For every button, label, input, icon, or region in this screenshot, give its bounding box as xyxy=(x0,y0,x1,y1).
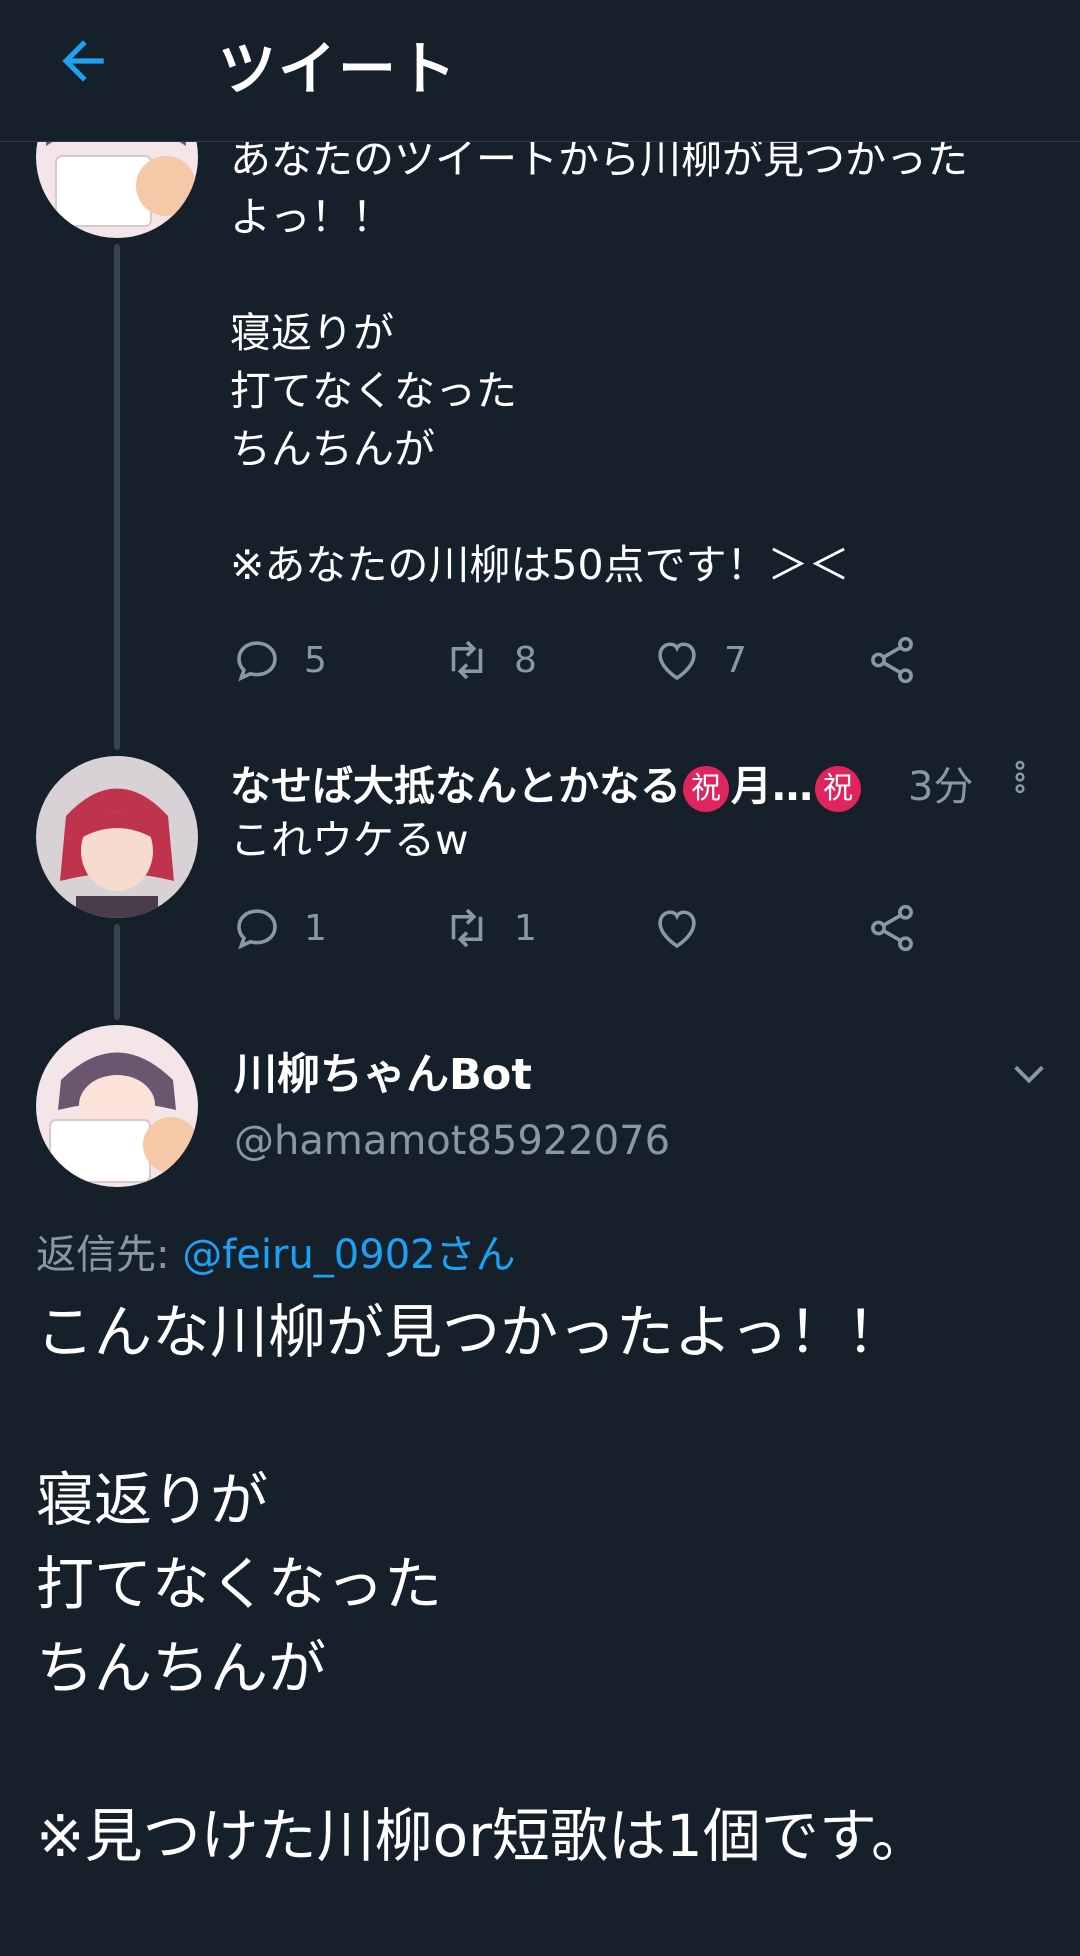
share-button[interactable] xyxy=(865,893,939,963)
reply-mention-link[interactable]: @feiru_0902さん xyxy=(182,1232,515,1278)
celebration-badge: 祝 xyxy=(683,766,729,812)
avatar-user[interactable] xyxy=(36,756,198,918)
tweet-author-name[interactable]: なせば大抵なんとかなる祝月… 祝 xyxy=(230,752,910,812)
chevron-down-icon[interactable] xyxy=(1006,1050,1052,1096)
like-button[interactable] xyxy=(650,893,724,963)
share-button[interactable] xyxy=(865,625,939,695)
avatar-senryu-bot[interactable] xyxy=(36,1025,198,1187)
reply-button[interactable]: 1 xyxy=(230,893,327,963)
reply-to-line: 返信先: @feiru_0902さん xyxy=(36,1232,516,1278)
share-icon xyxy=(871,904,913,952)
like-icon xyxy=(658,642,696,681)
tweet-actions: 1 1 xyxy=(230,893,990,963)
tweet-text: あなたのツイートから川柳が見つかった よっ！！ 寝返りが 打てなくなった ちんち… xyxy=(230,135,968,589)
author-handle[interactable]: @hamamot85922076 xyxy=(234,1118,670,1164)
tweet-time: 3分 xyxy=(908,764,974,810)
like-button[interactable]: 7 xyxy=(650,625,747,695)
retweet-count: 1 xyxy=(514,907,537,949)
thread-line xyxy=(114,924,120,1020)
retweet-count: 8 xyxy=(514,639,537,681)
reply-icon xyxy=(237,641,277,682)
retweet-icon xyxy=(451,908,483,948)
back-arrow-icon[interactable] xyxy=(52,30,114,92)
share-icon xyxy=(871,636,913,684)
reply-icon xyxy=(237,909,277,950)
top-app-bar: ツイート xyxy=(0,0,1080,142)
tweet-actions: 5 8 7 xyxy=(230,625,990,695)
reply-button[interactable]: 5 xyxy=(230,625,327,695)
main-tweet-text: こんな川柳が見つかったよっ！！ 寝返りが 打てなくなった ちんちんが ※見つけた… xyxy=(36,1298,930,1870)
tweet-text: これウケるw xyxy=(230,816,469,864)
like-icon xyxy=(658,910,696,949)
retweet-button[interactable]: 1 xyxy=(440,893,537,963)
like-count: 7 xyxy=(724,639,747,681)
page-title: ツイート xyxy=(218,35,459,103)
reply-count: 5 xyxy=(304,639,327,681)
celebration-badge: 祝 xyxy=(815,766,861,812)
reply-count: 1 xyxy=(304,907,327,949)
thread-line xyxy=(114,244,120,750)
retweet-icon xyxy=(451,640,483,680)
more-vertical-icon[interactable] xyxy=(1000,752,1040,802)
retweet-button[interactable]: 8 xyxy=(440,625,537,695)
author-name[interactable]: 川柳ちゃんBot xyxy=(234,1040,532,1102)
